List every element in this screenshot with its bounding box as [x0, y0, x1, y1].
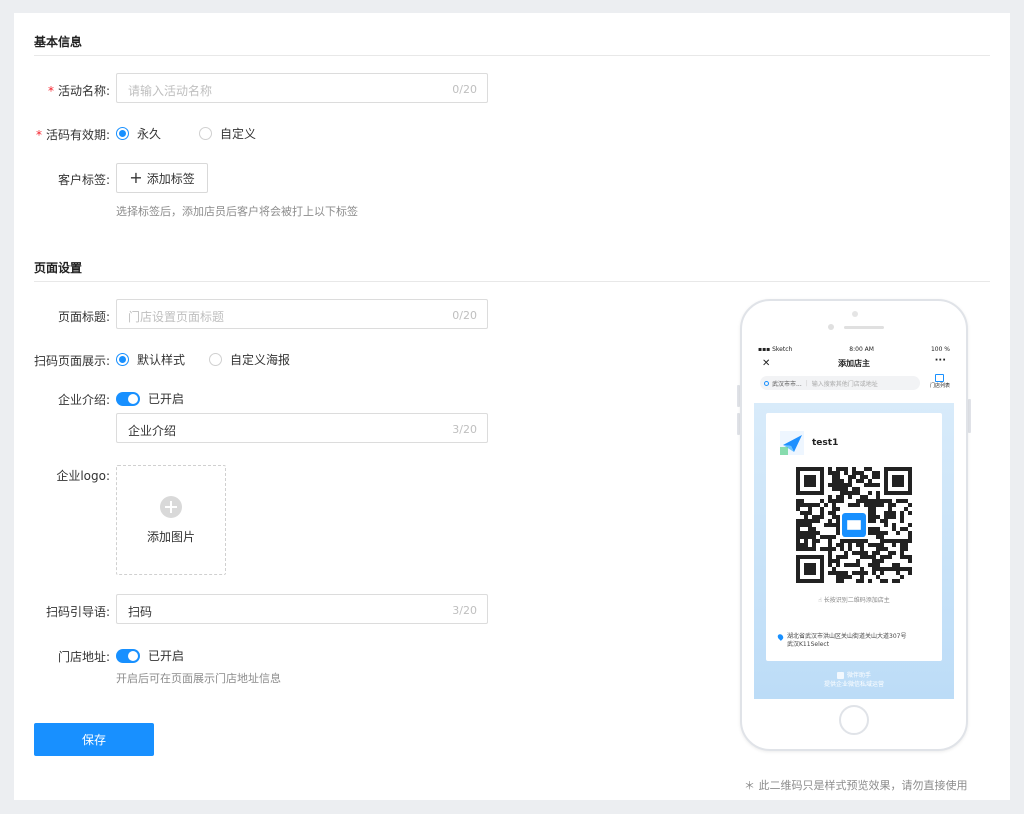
shop-header: test1 [780, 431, 838, 455]
close-icon: ✕ [762, 358, 771, 369]
status-bar: ▪▪▪ Sketch 8:00 AM 100 % [754, 343, 954, 355]
brand-check-icon [836, 672, 844, 679]
company-logo-label: 企业logo: [56, 469, 110, 483]
section-title-basic: 基本信息 [34, 35, 83, 49]
preview-background: test1 ☝ 长按识别二维码添加店主 湖北省武汉市洪山区关山街道关山大道307… [754, 403, 954, 699]
company-intro-switch-row: 已开启 [116, 390, 184, 407]
search-city: 武汉市市... [772, 380, 802, 388]
section-title-page: 页面设置 [34, 261, 83, 275]
status-time: 8:00 AM [849, 345, 874, 353]
scan-display-option-poster[interactable]: 自定义海报 [209, 351, 290, 368]
qr-code-icon [796, 467, 912, 583]
page-heading-input[interactable]: 门店设置页面标题 0/20 [116, 299, 488, 329]
radio-unchecked-icon [209, 353, 223, 366]
scan-guide-value: 扫码 [128, 605, 153, 619]
activity-name-placeholder: 请输入活动名称 [128, 84, 213, 98]
phone-nav-title: 添加店主 [838, 359, 870, 368]
home-button [839, 705, 869, 735]
preview-note: ＊ 此二维码只是样式预览效果，请勿直接使用 [744, 779, 968, 792]
add-image-icon [160, 495, 182, 518]
scan-display-radio-group: 默认样式 自定义海报 [116, 351, 310, 368]
company-intro-value: 企业介绍 [128, 424, 177, 438]
company-intro-label: 企业介绍: [57, 393, 110, 407]
company-intro-switch-text: 已开启 [148, 392, 185, 406]
company-intro-toggle[interactable] [116, 391, 140, 406]
char-counter: 3/20 [452, 423, 477, 436]
add-tag-button[interactable]: + 添加标签 [116, 163, 208, 193]
validity-label: * 活码有效期: [35, 128, 110, 142]
location-pin-icon [776, 633, 785, 641]
activity-name-input[interactable]: 请输入活动名称 0/20 [116, 73, 488, 103]
char-counter: 3/20 [452, 604, 477, 617]
section-divider [34, 281, 990, 282]
shop-name: test1 [812, 438, 839, 448]
radio-checked-icon [116, 127, 129, 140]
brand-footer: 微伴助手 提供企业微信私域运营 [754, 671, 954, 689]
phone-navbar: ✕ 添加店主 ··· [754, 355, 954, 373]
validity-option-custom[interactable]: 自定义 [199, 125, 256, 142]
scan-display-label: 扫码页面展示: [33, 354, 110, 368]
brand-subtitle: 提供企业微信私域运营 [823, 681, 884, 688]
longpress-hint: ☝ 长按识别二维码添加店主 [818, 597, 890, 604]
phone-search-row: 武汉市市... | 输入搜索其他门店或地址 门店列表 [754, 373, 954, 395]
char-counter: 0/20 [452, 309, 477, 322]
radio-unchecked-icon [199, 127, 213, 140]
store-list-link: 门店列表 [930, 374, 950, 390]
more-icon: ··· [934, 355, 946, 366]
location-icon [764, 380, 769, 386]
store-list-icon [935, 374, 945, 382]
phone-speaker [844, 326, 884, 329]
upload-text: 添加图片 [146, 529, 195, 544]
scan-guide-input[interactable]: 扫码 3/20 [116, 594, 488, 624]
plus-icon: + [129, 168, 143, 187]
section-divider [34, 55, 990, 56]
company-intro-input[interactable]: 企业介绍 3/20 [116, 413, 488, 443]
phone-preview: ▪▪▪ Sketch 8:00 AM 100 % ✕ 添加店主 ··· 武汉市市… [740, 299, 968, 751]
scan-display-option-default[interactable]: 默认样式 [116, 351, 185, 368]
phone-search-box: 武汉市市... | 输入搜索其他门店或地址 [760, 376, 920, 390]
store-address-label: 门店地址: [57, 650, 110, 664]
char-counter: 0/20 [452, 83, 477, 96]
store-address-switch-row: 已开启 [116, 647, 184, 664]
phone-screen: ▪▪▪ Sketch 8:00 AM 100 % ✕ 添加店主 ··· 武汉市市… [754, 343, 954, 699]
radio-checked-icon [116, 353, 129, 366]
customer-tag-label: 客户标签: [57, 173, 110, 187]
customer-tag-hint: 选择标签后，添加店员后客户将会被打上以下标签 [116, 205, 358, 218]
store-address-toggle[interactable] [116, 648, 140, 663]
save-button[interactable]: 保存 [34, 723, 154, 756]
form-card: 基本信息 * 活动名称: 请输入活动名称 0/20 * 活码有效期: 永久 自定义 … [14, 13, 1010, 800]
store-address-preview: 湖北省武汉市洪山区关山街道关山大道307号 武汉K11Select [776, 633, 906, 649]
status-carrier: ▪▪▪ Sketch [758, 345, 793, 353]
scan-guide-label: 扫码引导语: [45, 605, 110, 619]
validity-option-permanent[interactable]: 永久 [116, 125, 161, 142]
activity-name-label: * 活动名称: [47, 84, 110, 98]
qr-card: test1 ☝ 长按识别二维码添加店主 湖北省武汉市洪山区关山街道关山大道307… [766, 413, 942, 661]
store-address-switch-text: 已开启 [148, 649, 185, 663]
shop-logo [780, 431, 804, 455]
phone-camera [828, 324, 834, 330]
search-separator: | [805, 379, 808, 387]
search-placeholder: 输入搜索其他门店或地址 [811, 380, 878, 388]
validity-radio-group: 永久 自定义 [116, 125, 276, 142]
page-heading-placeholder: 门店设置页面标题 [128, 310, 225, 324]
phone-sensor [852, 311, 858, 317]
page-heading-label: 页面标题: [57, 310, 110, 324]
phone-side-button [968, 399, 971, 433]
store-address-hint: 开启后可在页面展示门店地址信息 [116, 672, 281, 685]
logo-upload-area[interactable]: 添加图片 [116, 465, 226, 575]
